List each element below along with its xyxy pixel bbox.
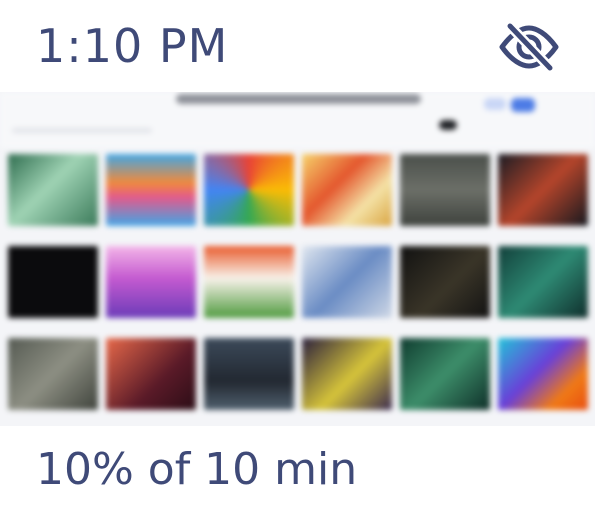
thumbnail	[106, 338, 196, 410]
thumbnail-grid	[8, 154, 588, 424]
thumbnail	[302, 338, 392, 410]
thumbnail	[204, 338, 294, 410]
thumbnail	[204, 154, 294, 226]
eye-slash-icon	[499, 22, 559, 72]
preview-search-bar	[176, 94, 421, 104]
thumbnail	[498, 338, 588, 410]
thumbnail	[106, 154, 196, 226]
preview-button	[511, 98, 535, 112]
preview-toolbar	[0, 92, 595, 148]
status-header: 1:10 PM	[0, 0, 595, 92]
preview-button	[484, 98, 506, 110]
thumbnail	[400, 246, 490, 318]
hide-preview-button[interactable]	[496, 22, 562, 72]
screen-preview	[0, 92, 595, 426]
thumbnail	[400, 338, 490, 410]
thumbnail	[204, 246, 294, 318]
preview-dot	[439, 120, 457, 130]
preview-breadcrumb	[12, 128, 152, 133]
thumbnail	[498, 246, 588, 318]
progress-label: 10% of 10 min	[36, 444, 358, 495]
thumbnail	[498, 154, 588, 226]
current-time: 1:10 PM	[36, 19, 229, 73]
thumbnail	[302, 246, 392, 318]
thumbnail	[106, 246, 196, 318]
blurred-gallery	[0, 92, 595, 426]
thumbnail	[8, 338, 98, 410]
thumbnail	[400, 154, 490, 226]
thumbnail	[302, 154, 392, 226]
thumbnail	[8, 246, 98, 318]
thumbnail	[8, 154, 98, 226]
